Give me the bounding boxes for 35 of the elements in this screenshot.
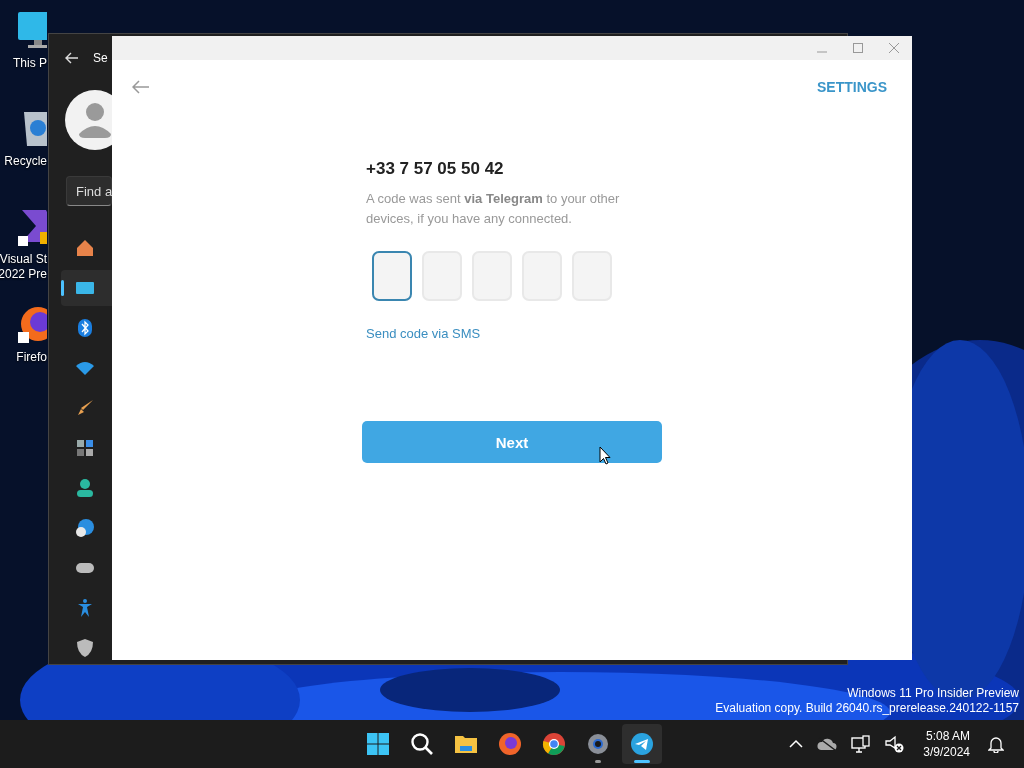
nav-item[interactable] bbox=[61, 270, 112, 306]
desktop-icon-label[interactable]: Firefo bbox=[16, 350, 47, 365]
desktop-icon-label[interactable]: Recycle bbox=[4, 154, 47, 169]
code-digit-field[interactable] bbox=[372, 251, 412, 301]
apps-icon bbox=[75, 438, 95, 458]
search-field[interactable]: Find a bbox=[66, 176, 112, 206]
cloud-off-icon[interactable] bbox=[817, 737, 838, 751]
edition-watermark: Evaluation copy. Build 26040.rs_prerelease.240122-1157 bbox=[715, 701, 1019, 716]
phone-number: +33 7 57 05 50 42 bbox=[366, 159, 504, 179]
settings-icon bbox=[586, 732, 610, 756]
brush-icon bbox=[75, 398, 95, 418]
bluetooth-icon bbox=[75, 318, 95, 338]
network-icon[interactable] bbox=[851, 735, 872, 753]
monitor-icon[interactable] bbox=[16, 10, 47, 50]
send-sms-link[interactable]: Send code via SMS bbox=[366, 326, 481, 342]
firefox-icon bbox=[498, 732, 522, 756]
edition-watermark: Windows 11 Pro Insider Preview bbox=[847, 686, 1019, 701]
search-icon bbox=[410, 732, 434, 756]
desktop-icon-label[interactable]: This P bbox=[13, 56, 47, 71]
desktop-icon-label[interactable]: Visual St bbox=[0, 252, 47, 267]
window-title: Se bbox=[93, 51, 108, 65]
notification-bell-icon[interactable] bbox=[988, 735, 1004, 753]
windows-logo-icon bbox=[366, 732, 390, 756]
telegram-icon bbox=[630, 732, 654, 756]
clock-date[interactable]: 3/9/2024 bbox=[923, 744, 970, 760]
chrome-icon bbox=[542, 732, 566, 756]
home-icon bbox=[75, 238, 95, 258]
shield-icon bbox=[75, 638, 95, 658]
code-sent-message: A code was sent via Telegram to your other devices, if you have any connected. bbox=[366, 190, 621, 228]
chevron-up-icon[interactable] bbox=[789, 739, 804, 749]
mouse-pointer-icon bbox=[599, 446, 611, 465]
person-icon bbox=[75, 478, 95, 498]
taskbar-button[interactable] bbox=[622, 724, 662, 764]
volume-muted-icon[interactable] bbox=[885, 735, 906, 753]
clock-time[interactable]: 5:08 AM bbox=[925, 728, 970, 744]
